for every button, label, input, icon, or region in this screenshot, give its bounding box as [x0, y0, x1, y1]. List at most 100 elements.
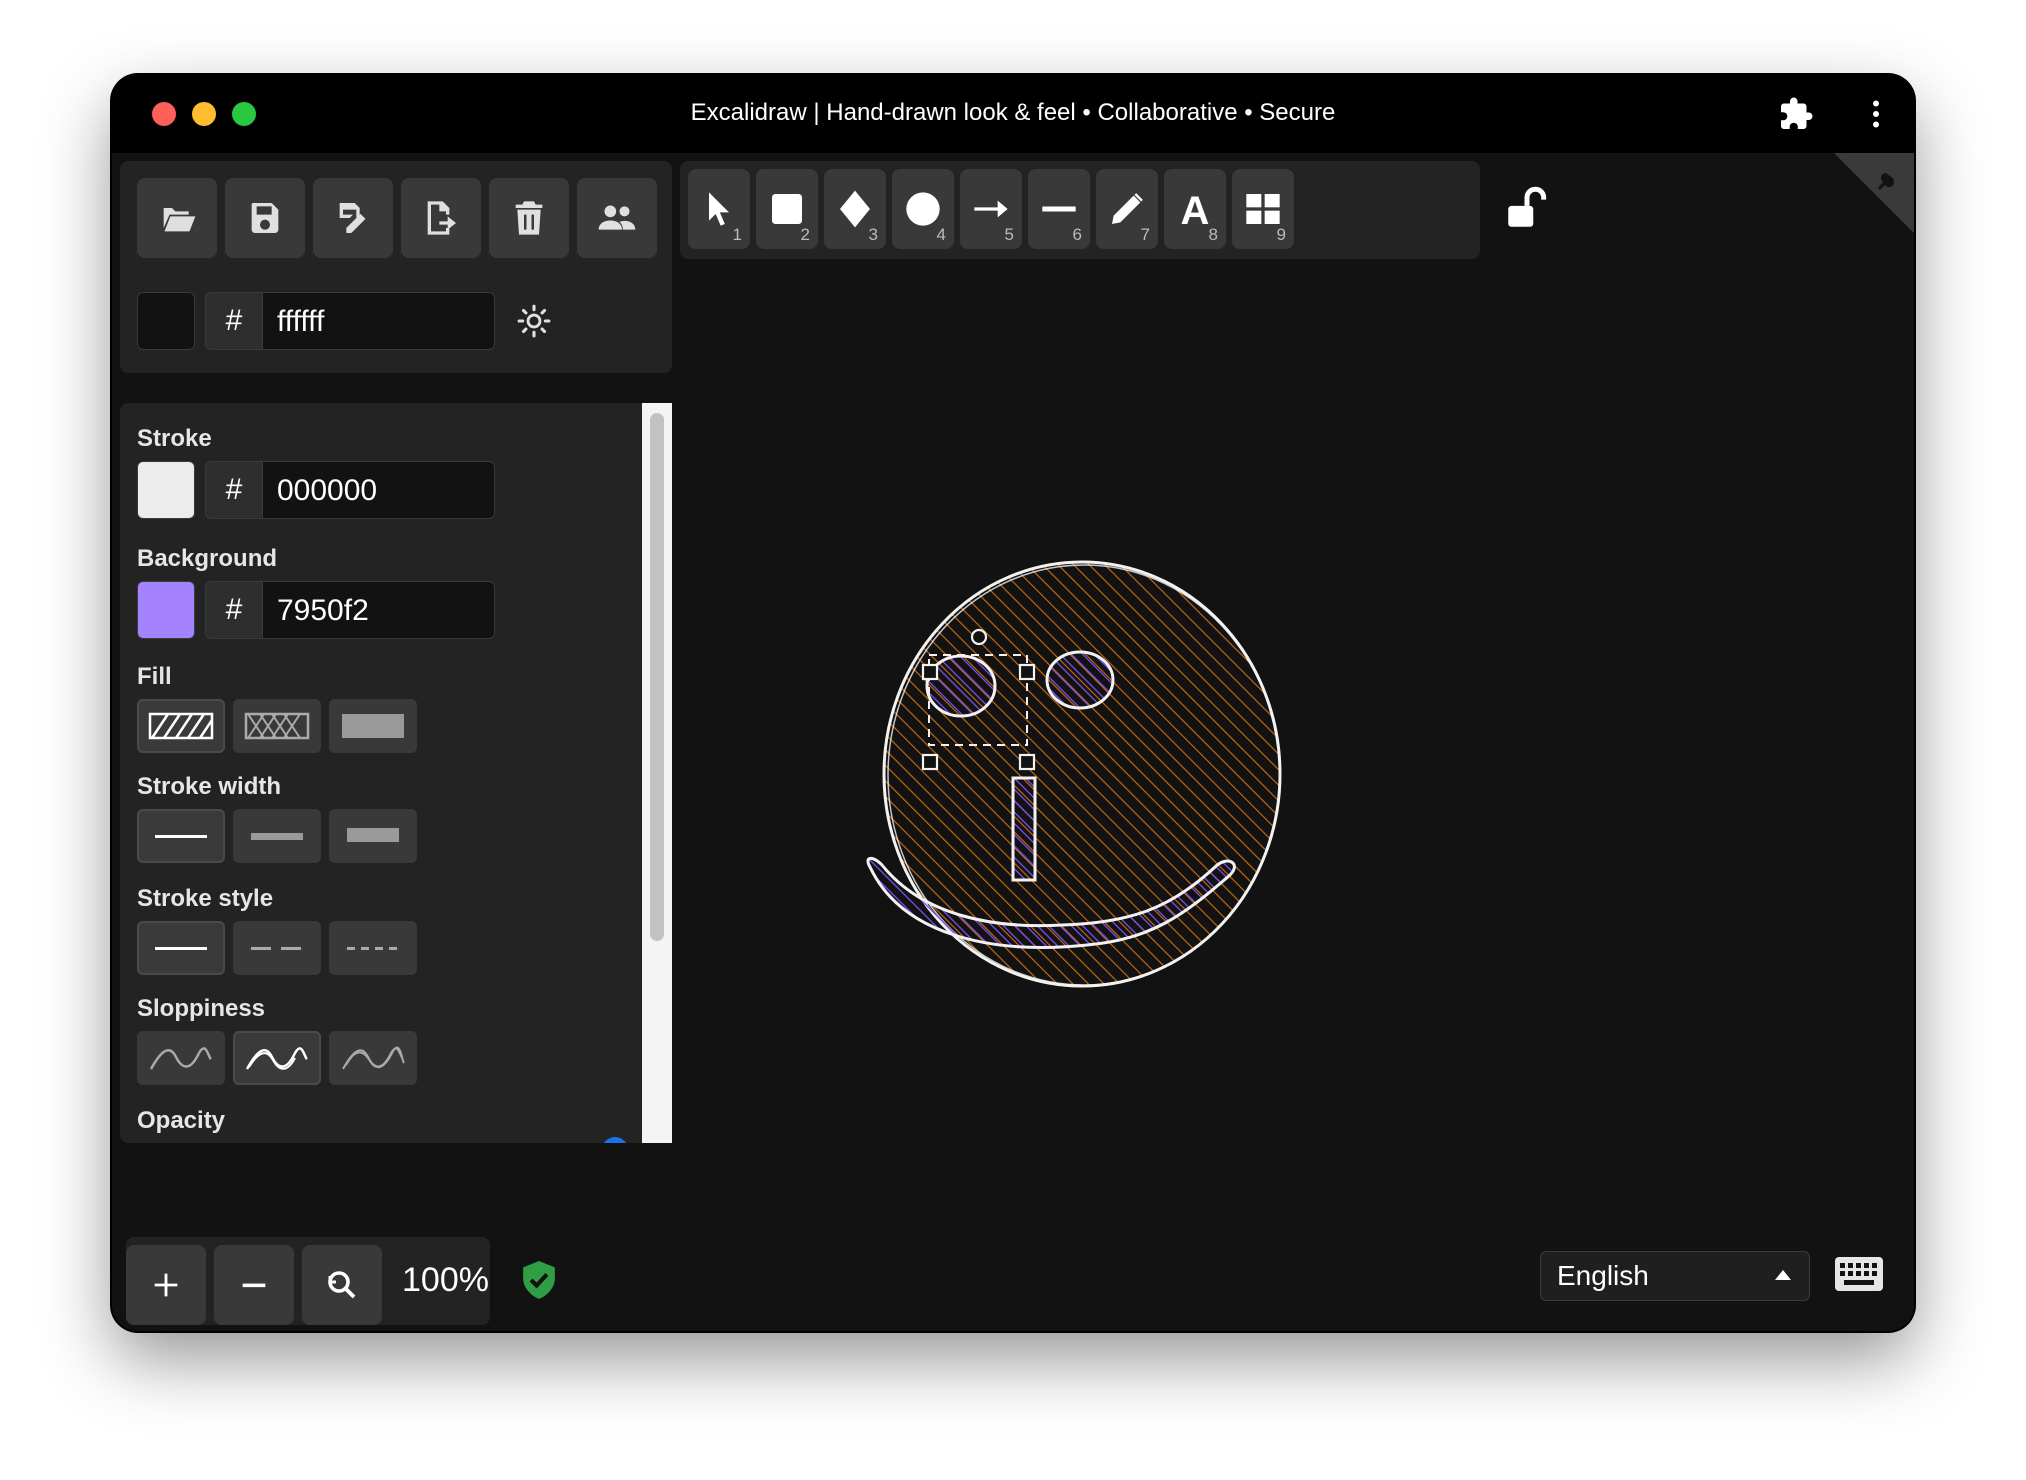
library-icon [1246, 194, 1280, 224]
dashed-line-icon [251, 947, 301, 950]
clear-canvas-button[interactable] [489, 178, 569, 258]
tool-shortcut-key: 2 [800, 225, 810, 244]
github-corner-icon[interactable] [1834, 153, 1914, 233]
export-icon [427, 201, 456, 235]
canvas-background-swatch[interactable] [137, 292, 195, 350]
stroke-width-thin-button[interactable] [137, 809, 225, 863]
zoom-out-button[interactable] [214, 1245, 294, 1325]
cross-hatch-icon [244, 712, 310, 740]
sloppiness-artist-button[interactable] [233, 1031, 321, 1085]
nose[interactable] [1011, 776, 1037, 882]
canvas-background-picker: # ffffff [137, 292, 551, 352]
sloppiness-cartoonist-button[interactable] [329, 1031, 417, 1085]
language-select[interactable]: English [1540, 1251, 1810, 1301]
solid-line-icon [155, 947, 207, 950]
artist-squiggle-icon [245, 1047, 308, 1070]
stroke-label: Stroke [137, 425, 212, 452]
text-icon: A [1181, 189, 1210, 229]
trash-icon [515, 201, 543, 235]
fill-cross-hatch-button[interactable] [233, 699, 321, 753]
stroke-style-dashed-button[interactable] [233, 921, 321, 975]
smiley-drawing[interactable] [832, 495, 1332, 1015]
cartoonist-squiggle-icon [342, 1046, 405, 1070]
tool-shortcut-key: 6 [1072, 225, 1082, 244]
stroke-style-label: Stroke style [137, 885, 274, 912]
hash-label: # [205, 581, 263, 639]
hachure-icon [148, 712, 214, 740]
selection-arrow-icon [709, 192, 729, 226]
diamond-icon [840, 190, 870, 228]
rectangle-icon [772, 194, 802, 224]
stroke-style-solid-button[interactable] [137, 921, 225, 975]
save-button[interactable] [225, 178, 305, 258]
sun-icon[interactable] [517, 304, 551, 338]
keyboard-icon[interactable] [1834, 1256, 1884, 1292]
tool-pencil-button[interactable]: 7 [1096, 169, 1158, 249]
sloppiness-label: Sloppiness [137, 995, 266, 1022]
collaborate-icon [598, 205, 636, 230]
stroke-style-dotted-button[interactable] [329, 921, 417, 975]
thin-line-icon [155, 835, 207, 838]
tool-text-button[interactable]: A8 [1164, 169, 1226, 249]
reset-zoom-button[interactable] [302, 1245, 382, 1325]
tool-ellipse-button[interactable]: 4 [892, 169, 954, 249]
title-bar: Excalidraw | Hand-drawn look & feel • Co… [112, 75, 1914, 153]
puzzle-extension-icon[interactable] [1778, 96, 1814, 132]
app-window: Excalidraw | Hand-drawn look & feel • Co… [112, 75, 1914, 1331]
save-as-button[interactable] [313, 178, 393, 258]
right-eye[interactable] [1045, 650, 1115, 710]
arrow-icon [974, 200, 1008, 218]
stroke-width-bold-button[interactable] [233, 809, 321, 863]
opacity-label: Opacity [137, 1107, 226, 1134]
canvas-background-hex-input[interactable]: ffffff [263, 292, 495, 350]
zoom-level: 100% [402, 1261, 489, 1299]
tool-arrow-button[interactable]: 5 [960, 169, 1022, 249]
tool-library-button[interactable]: 9 [1232, 169, 1294, 249]
hash-label: # [205, 292, 263, 350]
folder-open-icon [162, 208, 196, 232]
stroke-width-extra-bold-button[interactable] [329, 809, 417, 863]
tool-shortcut-key: 9 [1276, 225, 1286, 244]
open-button[interactable] [137, 178, 217, 258]
shape-toolbar: 1 2 3 4 5 6 7 A8 9 [680, 161, 1480, 259]
zoom-panel: 100% [126, 1237, 490, 1325]
shield-check-icon[interactable] [520, 1259, 558, 1301]
save-as-icon [339, 203, 366, 233]
fill-label: Fill [137, 663, 172, 690]
tool-rectangle-button[interactable]: 2 [756, 169, 818, 249]
properties-scrollbar[interactable] [642, 403, 672, 1143]
tool-line-button[interactable]: 6 [1028, 169, 1090, 249]
scrollbar-thumb[interactable] [650, 413, 664, 941]
tool-selection-arrow-button[interactable]: 1 [688, 169, 750, 249]
background-label: Background [137, 545, 278, 572]
stroke-color-swatch[interactable] [137, 461, 195, 519]
stroke-hex-input[interactable]: 000000 [263, 461, 495, 519]
export-button[interactable] [401, 178, 481, 258]
language-value: English [1557, 1260, 1649, 1291]
more-vertical-icon[interactable] [1858, 96, 1894, 132]
tool-shortcut-key: 8 [1208, 225, 1218, 244]
dotted-line-icon [347, 947, 397, 950]
stroke-width-label: Stroke width [137, 773, 282, 800]
extra-bold-line-icon [347, 828, 399, 842]
fill-solid-button[interactable] [329, 699, 417, 753]
zoom-in-button[interactable] [126, 1245, 206, 1325]
background-hex-input[interactable]: 7950f2 [263, 581, 495, 639]
file-menu-panel: # ffffff [120, 161, 672, 373]
background-color-swatch[interactable] [137, 581, 195, 639]
fill-hachure-button[interactable] [137, 699, 225, 753]
tool-diamond-button[interactable]: 3 [824, 169, 886, 249]
collaborate-button[interactable] [577, 178, 657, 258]
opacity-slider-handle[interactable] [602, 1137, 628, 1143]
tool-shortcut-key: 3 [868, 225, 878, 244]
unlock-icon[interactable] [1502, 183, 1552, 233]
tool-shortcut-key: 5 [1004, 225, 1014, 244]
sloppiness-architect-button[interactable] [137, 1031, 225, 1085]
save-icon [251, 203, 279, 233]
caret-up-icon [1775, 1270, 1791, 1280]
tool-shortcut-key: 4 [936, 225, 946, 244]
architect-squiggle-icon [149, 1047, 212, 1070]
tool-shortcut-key: 1 [732, 225, 742, 244]
minus-icon [242, 1283, 266, 1288]
tool-shortcut-key: 7 [1140, 225, 1150, 244]
